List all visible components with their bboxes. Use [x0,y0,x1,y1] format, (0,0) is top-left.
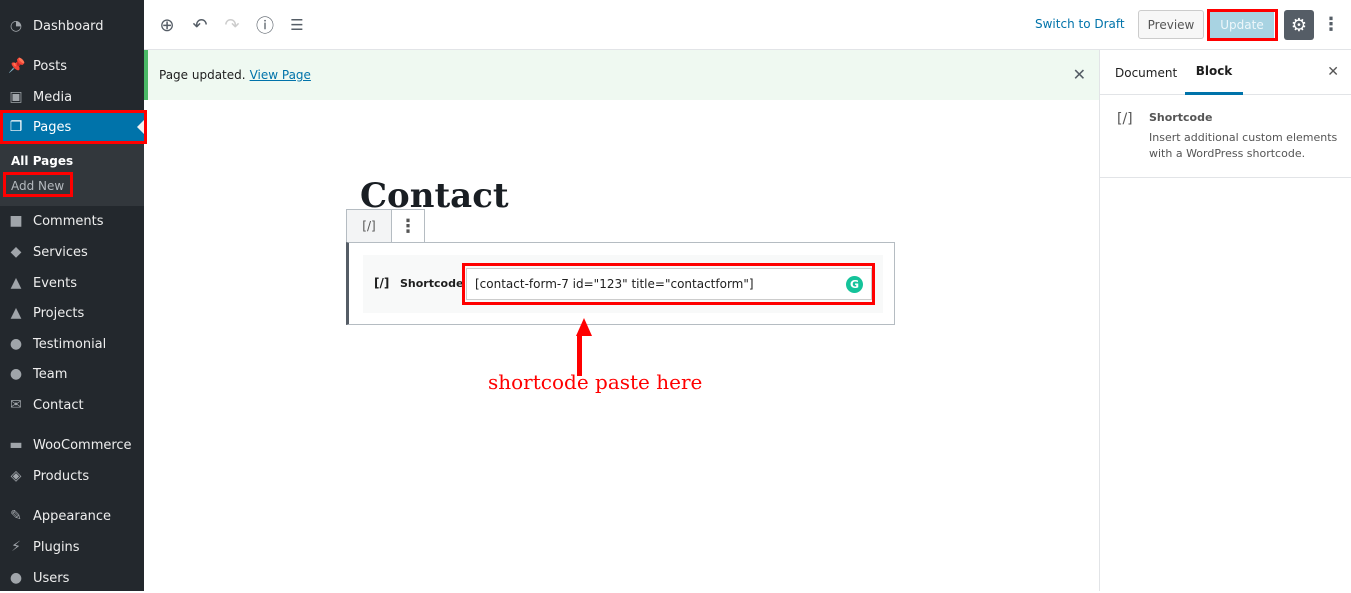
user-icon: ● [9,570,23,586]
block-more-icon[interactable]: ⋮ [392,210,424,242]
sidebar-item-appearance[interactable]: ✎ Appearance [0,501,144,531]
submenu-all-pages[interactable]: All Pages [11,154,73,168]
close-panel-icon[interactable]: ✕ [1327,64,1339,80]
user-icon: ● [9,366,23,382]
annotation-text: shortcode paste here [488,370,703,394]
sidebar-item-services[interactable]: ◆ Services [0,237,144,267]
block-toolbar: [/] ⋮ [346,209,425,242]
sidebar-item-woocommerce[interactable]: ▬ WooCommerce [0,430,144,460]
pages-submenu: All Pages Add New [0,142,144,206]
sidebar-item-label: Posts [33,58,67,74]
shortcode-input-value: [contact-form-7 id="123" title="contactf… [475,277,754,291]
preview-button[interactable]: Preview [1138,10,1204,39]
block-name: Shortcode [1149,111,1213,124]
shortcode-input[interactable]: [contact-form-7 id="123" title="contactf… [466,268,872,300]
tab-block[interactable]: Block [1185,50,1243,95]
sidebar-item-label: Appearance [33,508,112,524]
sidebar-item-label: Testimonial [33,336,107,352]
sidebar-item-comments[interactable]: ■ Comments [0,206,144,236]
sidebar-item-plugins[interactable]: ⚡ Plugins [0,532,144,562]
update-button[interactable]: Update [1210,12,1274,38]
sidebar-item-label: Products [33,468,90,484]
sidebar-item-label: Team [33,366,68,382]
sidebar-item-testimonial[interactable]: ● Testimonial [0,329,144,359]
sidebar-item-events[interactable]: ▲ Events [0,268,144,298]
shortcode-block-icon: [/] [1117,111,1133,127]
sidebar-item-label: Plugins [33,539,80,555]
sidebar-item-label: Projects [33,305,85,321]
sidebar-item-users[interactable]: ● Users [0,563,144,593]
brush-icon: ✎ [10,508,22,524]
pages-icon: ❐ [9,119,23,135]
tab-document[interactable]: Document [1115,66,1177,80]
add-block-icon[interactable]: ⊕ [155,13,179,37]
sidebar-item-label: Users [33,570,70,586]
view-page-link[interactable]: View Page [250,68,311,82]
box-icon: ◈ [10,468,22,484]
settings-panel: Document Block ✕ [/] Shortcode Insert ad… [1099,50,1351,591]
sidebar-item-label: Pages [33,119,72,135]
user-icon: ● [9,336,23,352]
outline-icon[interactable]: ☰ [285,13,309,37]
admin-sidebar: ◔ Dashboard 📌 Posts ▣ Media ❐ Pages ■ Comments ◆ Se… [0,0,144,591]
grammarly-icon[interactable]: G [846,276,863,293]
sidebar-item-contact[interactable]: ✉ Contact [0,390,144,420]
notice-text: Page updated. [159,68,246,82]
shortcode-label: Shortcode [400,277,464,290]
shortcode-icon: [/] [374,276,390,290]
sidebar-item-label: Services [33,244,88,260]
sidebar-item-label: Events [33,275,78,291]
switch-to-draft-link[interactable]: Switch to Draft [1035,17,1125,31]
pin-icon: 📌 [8,58,26,74]
settings-gear-icon[interactable]: ⚙ [1284,10,1314,40]
sidebar-item-label: Contact [33,397,84,413]
sidebar-item-pages[interactable]: ❐ Pages [0,112,144,142]
sidebar-item-projects[interactable]: ▲ Projects [0,298,144,328]
submenu-add-new[interactable]: Add New [11,179,64,193]
redo-icon[interactable]: ↷ [220,13,244,37]
graduation-icon: ▲ [10,275,22,291]
sidebar-item-label: Media [33,89,73,105]
shortcode-block: [/] Shortcode [contact-form-7 id="123" t… [346,242,895,325]
close-notice-icon[interactable]: ✕ [1073,65,1086,84]
sidebar-item-dashboard[interactable]: ◔ Dashboard [0,11,144,41]
sidebar-item-media[interactable]: ▣ Media [0,82,144,112]
media-icon: ▣ [9,89,23,105]
woo-icon: ▬ [9,437,23,453]
page-updated-notice: Page updated. View Page ✕ [144,50,1100,100]
more-options-icon[interactable]: ⋮ [1322,12,1340,38]
dashboard-icon: ◔ [9,18,23,34]
editor-toolbar: ⊕ ↶ ↷ ⓘ ☰ Switch to Draft Preview Update… [144,0,1351,50]
sidebar-item-label: Comments [33,213,104,229]
sidebar-item-label: Dashboard [33,18,104,34]
graduation-icon: ▲ [10,305,22,321]
sidebar-item-posts[interactable]: 📌 Posts [0,51,144,81]
undo-icon[interactable]: ↶ [188,13,212,37]
tag-icon: ◆ [10,244,22,260]
sidebar-item-products[interactable]: ◈ Products [0,461,144,491]
plug-icon: ⚡ [11,539,21,555]
sidebar-item-team[interactable]: ● Team [0,359,144,389]
block-type-icon[interactable]: [/] [347,210,392,242]
block-description: Insert additional custom elements with a… [1149,131,1338,160]
mail-icon: ✉ [10,397,22,413]
sidebar-item-label: WooCommerce [33,437,132,453]
comment-icon: ■ [9,213,23,229]
info-icon[interactable]: ⓘ [253,13,277,37]
